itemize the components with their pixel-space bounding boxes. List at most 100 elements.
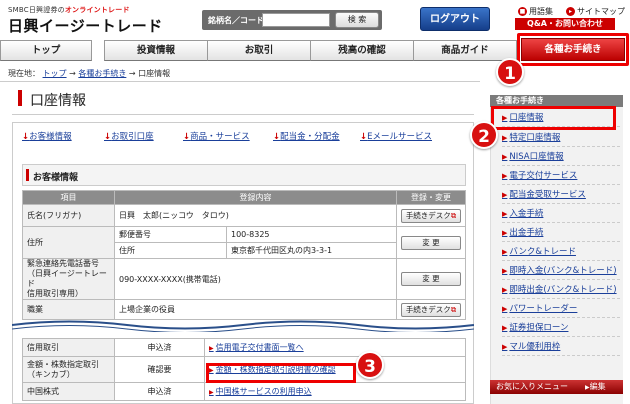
breadcrumb-item-top[interactable]: トップ [43,69,67,78]
table-row: 中国株式 申込済 ▶ 中国株サービスの利用申込 [22,382,466,401]
table-row: 緊急連絡先電話番号 （日興イージートレード 信用取引専用） 090-XXXX-X… [22,258,466,300]
nav-tab-balance[interactable]: 残高の確認 [310,40,414,61]
row-value: 090-XXXX-XXXX(携帯電話) [114,258,397,300]
nav-tab-investment-info[interactable]: 投資情報 [104,40,208,61]
step-callout-2: 2 [470,121,498,149]
breadcrumb-item-current: 口座情報 [138,69,171,78]
table-row: 職業 上場企業の役員 手続きデスク⧉ [22,299,466,320]
logout-button[interactable]: ログアウト [420,7,490,31]
column-header: 項目 [22,190,115,205]
breadcrumb-separator: → [69,69,76,78]
sub-label: 住所 [114,242,227,259]
external-window-icon: ⧉ [450,210,457,220]
sidebar-item-e-delivery[interactable]: ▶ 電子交付サービス [502,168,620,185]
procedure-desk-button[interactable]: 手続きデスク⧉ [401,208,461,223]
section-header [22,164,466,186]
sidebar-item-specific-account[interactable]: ▶ 特定口座情報 [502,130,620,147]
divider [12,114,474,115]
row-value: 上場企業の役員 [114,299,397,320]
row-label: 信用取引 [22,338,115,357]
anchor-link-dividends[interactable]: ↓配当金・分配金 [273,130,340,142]
row-value: 東京都千代田区丸の内3-3-1 [226,242,397,259]
table-row: 住所 郵便番号 100-8325 変 更 [22,226,466,259]
triangle-right-icon: ▶ [502,172,508,180]
table-row: 氏名(フリガナ) 日興 太郎(ニッコウ タロウ) 手続きデスク⧉ [22,204,466,227]
sidebar-item-dividend[interactable]: ▶ 配当金受取サービス [502,187,620,204]
credit-documents-link[interactable]: ▶ 信用電子交付書面一覧へ [209,343,304,352]
anchor-link-trading-account[interactable]: ↓お取引口座 [104,130,154,142]
sitemap-icon: ▸ [566,7,575,16]
anchor-link-email-service[interactable]: ↓Eメールサービス [360,130,432,142]
favorites-menu-bar[interactable]: お気に入りメニュー ▶編集 [490,380,623,394]
nav-tab-product-guide[interactable]: 商品ガイド [413,40,517,61]
row-label: 中国株式 [22,382,115,401]
triangle-right-icon: ▶ [502,210,508,218]
procedure-desk-button[interactable]: 手続きデスク⧉ [401,302,461,317]
triangle-right-icon: ▶ [502,324,508,332]
highlight-box-link [206,363,356,383]
sidebar-item-power-trader[interactable]: ▶ パワートレーダー [502,301,620,318]
change-address-button[interactable]: 変 更 [401,235,461,250]
triangle-right-icon: ▶ [502,286,508,294]
search-label: 銘柄名／コード [208,16,264,25]
column-header: 登録・変更 [396,190,466,205]
sidebar-item-instant-deposit[interactable]: ▶ 即時入金(バンク&トレード) [502,263,620,280]
customer-info-table: 項目 登録内容 登録・変更 氏名(フリガナ) 日興 太郎(ニッコウ タロウ) 手… [22,190,466,320]
sidebar-item-securities-loan[interactable]: ▶ 証券担保ローン [502,320,620,337]
sidebar-item-bank-trade[interactable]: ▶ バンク&トレード [502,244,620,261]
anchor-link-products[interactable]: ↓商品・サービス [183,130,250,142]
triangle-right-icon: ▶ [502,248,508,256]
status-value: 申込済 [114,382,205,401]
brand-logo[interactable]: 日興イージートレード [8,15,163,36]
row-label: 緊急連絡先電話番号 （日興イージートレード 信用取引専用） [22,258,115,300]
triangle-right-icon: ▶ [502,267,508,275]
triangle-right-icon: ▶ [502,191,508,199]
search-button[interactable]: 検 索 [335,12,379,28]
glossary-link[interactable]: ■ 用語集 [518,6,553,17]
qa-contact-button[interactable]: Q&A・お問い合わせ [515,18,615,30]
anchor-link-customer-info[interactable]: ↓お客様情報 [22,130,72,142]
sidebar-item-maruyu[interactable]: ▶ マル優利用枠 [502,339,620,356]
step-callout-3: 3 [356,351,384,379]
nav-tab-procedures[interactable]: 各種お手続き [521,38,625,61]
sidebar-item-withdrawal[interactable]: ▶ 出金手続 [502,225,620,242]
nav-tab-trading[interactable]: お取引 [207,40,311,61]
china-stock-apply-link[interactable]: ▶ 中国株サービスの利用申込 [209,387,312,396]
sidebar-item-deposit[interactable]: ▶ 入金手続 [502,206,620,223]
step-callout-1: 1 [496,58,524,86]
triangle-right-icon: ▶ [502,343,508,351]
breadcrumb-separator: → [128,69,136,78]
section-title: お客様情報 [33,173,79,183]
sidebar-item-instant-withdrawal[interactable]: ▶ 即時出金(バンク&トレード) [502,282,620,299]
triangle-right-icon: ▶ [502,153,508,161]
status-value: 確認要 [114,356,205,383]
triangle-right-icon: ▶ [209,345,214,352]
page-break-wave [12,320,474,332]
book-icon: ■ [518,7,527,16]
search-input[interactable] [262,13,330,27]
title-accent-bar [18,90,22,106]
sidebar-item-nisa[interactable]: ▶ NISA口座情報 [502,149,620,166]
triangle-right-icon: ▶ [502,134,508,142]
row-label: 住所 [22,226,115,259]
breadcrumb-prefix: 現在地： [8,69,40,78]
triangle-right-icon: ▶ [502,229,508,237]
sub-label: 郵便番号 [114,226,227,243]
row-label: 氏名(フリガナ) [22,204,115,227]
brand-tagline: SMBC日興證券のオンライントレード [8,6,130,14]
sitemap-link[interactable]: ▸ サイトマップ [566,6,625,17]
breadcrumb-item-procedures[interactable]: 各種お手続き [78,69,126,78]
column-header: 登録内容 [114,190,397,205]
triangle-right-icon: ▶ [209,389,214,396]
highlight-box-sidebar [491,106,616,130]
row-label: 金額・株数指定取引 （キンカブ） [22,356,115,383]
divider [0,81,480,82]
triangle-right-icon: ▶ [502,305,508,313]
page-title: 口座情報 [30,93,86,109]
favorites-edit-link[interactable]: ▶編集 [585,380,606,395]
table-row: 信用取引 申込済 ▶ 信用電子交付書面一覧へ [22,338,466,357]
status-value: 申込済 [114,338,205,357]
breadcrumb: 現在地： トップ → 各種お手続き → 口座情報 [8,68,170,79]
change-phone-button[interactable]: 変 更 [401,272,461,286]
nav-tab-top[interactable]: トップ [0,40,92,61]
